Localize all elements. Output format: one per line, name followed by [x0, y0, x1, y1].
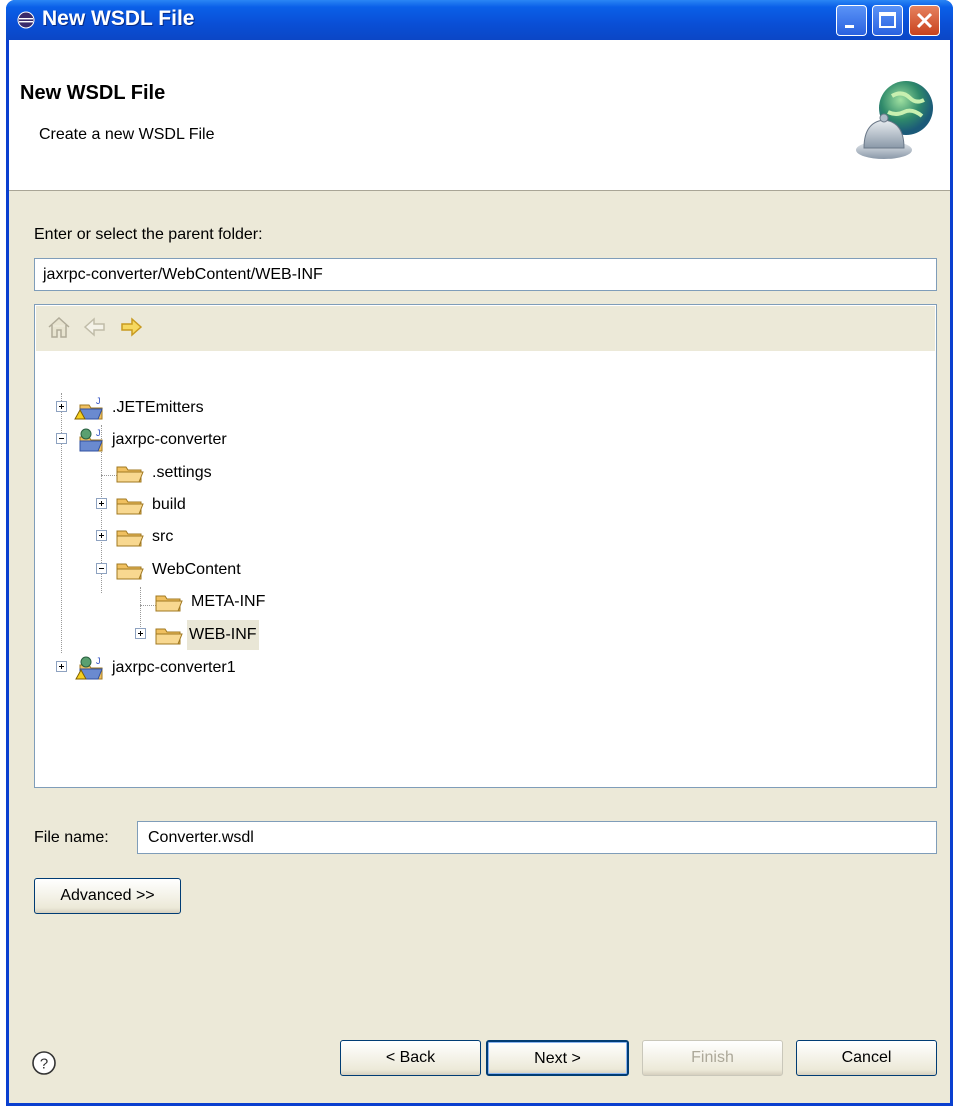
- expand-icon[interactable]: [96, 498, 107, 509]
- finish-button[interactable]: Finish: [642, 1040, 783, 1076]
- tree-item-label: jaxrpc-converter: [112, 431, 227, 448]
- expand-icon[interactable]: [56, 661, 67, 672]
- folder-icon: [155, 595, 183, 612]
- globe-bell-icon: [856, 81, 933, 159]
- folder-tree[interactable]: J .JETEmitters J jaxrpc-converter .setti…: [34, 304, 937, 788]
- tree-line: [61, 393, 62, 653]
- project-icon: J: [74, 396, 103, 420]
- expand-icon[interactable]: [56, 401, 67, 412]
- close-button[interactable]: [909, 5, 940, 36]
- parent-folder-input[interactable]: jaxrpc-converter/WebContent/WEB-INF: [34, 258, 937, 291]
- dialog-body: New WSDL File Create a new WSDL File Ent…: [9, 40, 950, 1103]
- svg-text:J: J: [96, 396, 101, 406]
- tree-toolbar: [36, 306, 935, 351]
- web-project-icon: J: [75, 656, 103, 680]
- folder-icon: [155, 628, 183, 645]
- window-title: New WSDL File: [42, 7, 195, 30]
- collapse-icon[interactable]: [96, 563, 107, 574]
- svg-text:?: ?: [40, 1056, 48, 1073]
- cancel-button[interactable]: Cancel: [796, 1040, 937, 1076]
- tree-item-label: src: [152, 528, 174, 545]
- close-icon: [916, 12, 933, 29]
- web-project-icon: J: [79, 428, 103, 452]
- title-bar[interactable]: New WSDL File: [6, 0, 953, 40]
- parent-folder-label: Enter or select the parent folder:: [34, 226, 263, 243]
- file-name-input[interactable]: Converter.wsdl: [137, 821, 937, 854]
- tree-item-label: .JETEmitters: [112, 399, 204, 416]
- folder-icon: [116, 563, 144, 580]
- tree-item-label: META-INF: [191, 593, 266, 610]
- banner-description: Create a new WSDL File: [39, 126, 215, 143]
- folder-icon: [116, 466, 144, 483]
- tree-item-label: WebContent: [152, 561, 241, 578]
- folder-icon: [116, 530, 144, 547]
- advanced-button[interactable]: Advanced >>: [34, 878, 181, 914]
- minimize-icon: [845, 25, 854, 28]
- tree-item-label: .settings: [152, 464, 212, 481]
- tree-item-label: build: [152, 496, 186, 513]
- expand-icon[interactable]: [135, 628, 146, 639]
- wizard-banner: New WSDL File Create a new WSDL File: [9, 40, 950, 191]
- back-arrow-icon[interactable]: [82, 314, 108, 340]
- expand-icon[interactable]: [96, 530, 107, 541]
- minimize-button[interactable]: [836, 5, 867, 36]
- collapse-icon[interactable]: [56, 433, 67, 444]
- folder-icon: [116, 498, 144, 515]
- maximize-button[interactable]: [872, 5, 903, 36]
- forward-arrow-icon[interactable]: [118, 314, 144, 340]
- eclipse-icon: [17, 11, 35, 29]
- back-button[interactable]: < Back: [340, 1040, 481, 1076]
- tree-item-label: jaxrpc-converter1: [112, 659, 236, 676]
- dialog-window: New WSDL File New WSDL File Create a new…: [6, 0, 953, 1106]
- svg-text:J: J: [96, 656, 101, 666]
- tree-item-label: WEB-INF: [187, 620, 259, 650]
- home-icon[interactable]: [46, 314, 72, 340]
- file-name-label: File name:: [34, 829, 109, 846]
- svg-text:J: J: [96, 428, 101, 438]
- banner-title: New WSDL File: [20, 82, 166, 104]
- next-button[interactable]: Next >: [486, 1040, 629, 1076]
- help-icon[interactable]: ?: [31, 1050, 57, 1076]
- maximize-icon: [879, 12, 896, 28]
